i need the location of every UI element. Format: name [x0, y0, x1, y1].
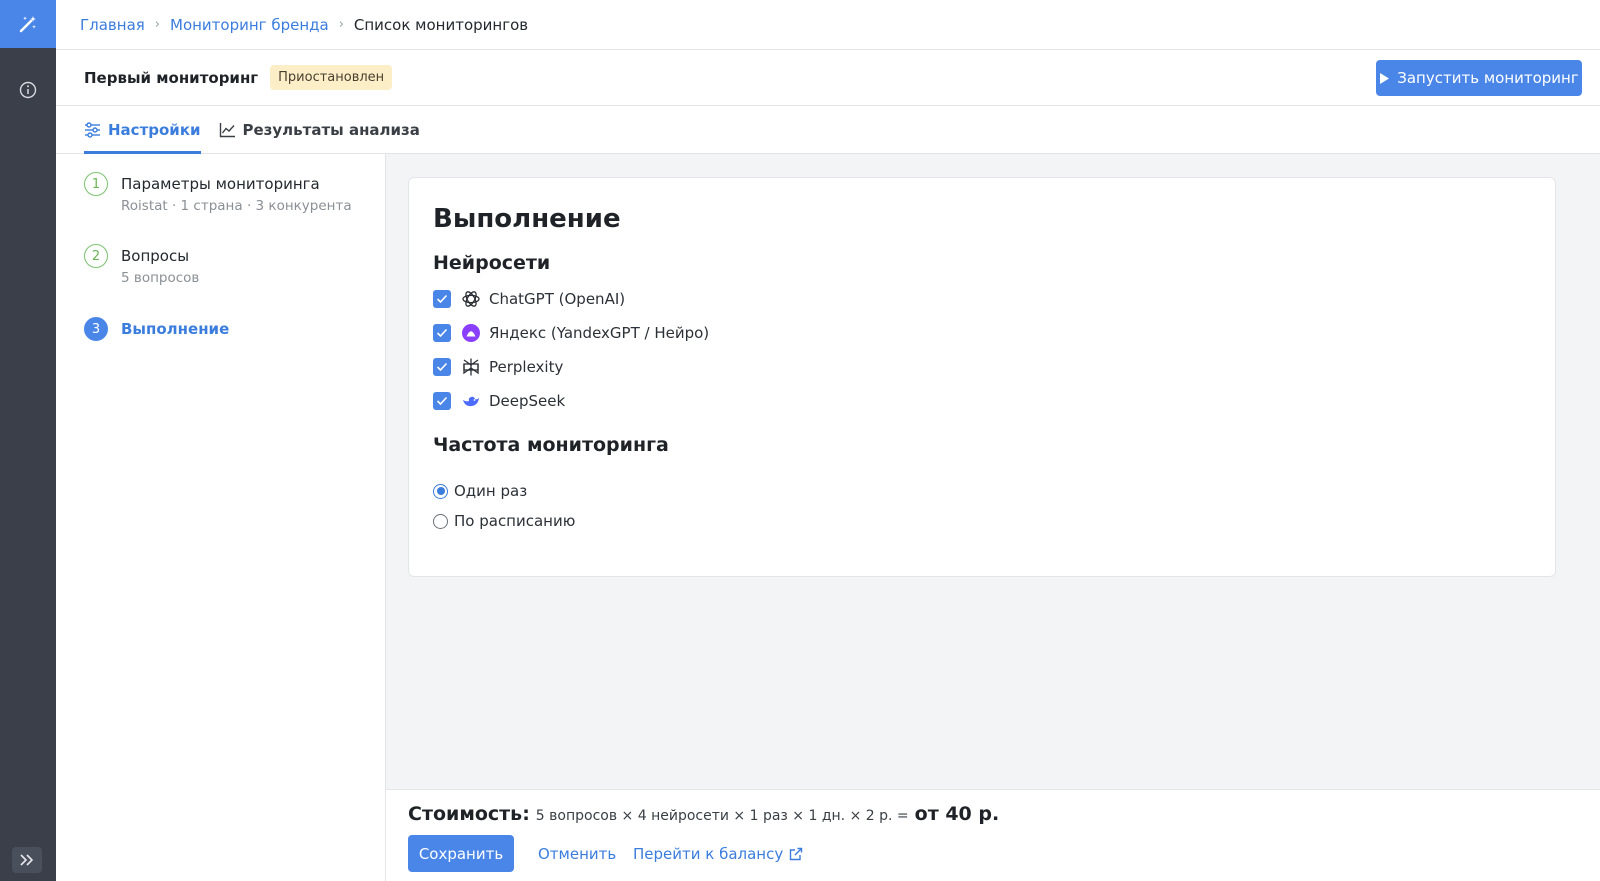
- check-icon: [436, 362, 448, 372]
- step-title: Параметры мониторинга: [121, 175, 320, 193]
- step-number: 2: [84, 244, 108, 268]
- double-chevron-right-icon: [20, 854, 34, 866]
- check-icon: [436, 328, 448, 338]
- tab-bar: Настройки Результаты анализа: [56, 106, 1600, 154]
- go-to-balance-label: Перейти к балансу: [633, 844, 784, 863]
- step-title: Выполнение: [121, 320, 230, 338]
- networks-title: Нейросети: [433, 252, 551, 274]
- checkbox-checked[interactable]: [433, 324, 451, 342]
- frequency-title: Частота мониторинга: [433, 434, 669, 456]
- chevron-right-icon: ›: [338, 17, 344, 32]
- cancel-button[interactable]: Отменить: [538, 835, 616, 872]
- network-deepseek[interactable]: DeepSeek: [433, 384, 1531, 418]
- monitor-header: Первый мониторинг Приостановлен Запустит…: [56, 50, 1600, 106]
- deepseek-icon: [461, 391, 481, 411]
- network-perplexity[interactable]: Perplexity: [433, 350, 1531, 384]
- status-badge: Приостановлен: [270, 65, 393, 90]
- checkbox-checked[interactable]: [433, 358, 451, 376]
- radio-selected[interactable]: [433, 483, 448, 499]
- expand-sidebar-button[interactable]: [12, 847, 42, 873]
- network-label: Perplexity: [489, 358, 564, 376]
- breadcrumb-current[interactable]: Список мониторингов: [354, 16, 528, 34]
- tab-settings-label: Настройки: [108, 121, 201, 139]
- step-title: Вопросы: [121, 247, 190, 265]
- step-questions[interactable]: 2 Вопросы 5 вопросов: [84, 244, 199, 286]
- cost-total: от 40 р.: [914, 803, 1000, 825]
- perplexity-icon: [461, 357, 481, 377]
- execution-card: Выполнение Нейросети ChatGPT (OpenAI) Ян…: [408, 177, 1556, 577]
- frequency-options: Один раз По расписанию: [433, 476, 1531, 536]
- check-icon: [436, 294, 448, 304]
- left-rail: [0, 0, 56, 881]
- step-number: 3: [84, 317, 108, 341]
- frequency-label: Один раз: [454, 482, 528, 500]
- tab-analysis-results-label: Результаты анализа: [242, 121, 420, 139]
- breadcrumb-brand-monitoring[interactable]: Мониторинг бренда: [170, 16, 329, 34]
- external-link-icon: [790, 847, 803, 860]
- play-icon: [1380, 72, 1390, 84]
- breadcrumb-home[interactable]: Главная: [80, 16, 145, 34]
- info-icon[interactable]: [18, 80, 38, 100]
- step-subtitle: Roistat · 1 страна · 3 конкурента: [121, 198, 352, 214]
- network-label: ChatGPT (OpenAI): [489, 290, 626, 308]
- step-parameters[interactable]: 1 Параметры мониторинга Roistat · 1 стра…: [84, 172, 352, 214]
- page-title: Первый мониторинг: [84, 68, 259, 87]
- step-execution[interactable]: 3 Выполнение: [84, 317, 229, 341]
- frequency-label: По расписанию: [454, 512, 576, 530]
- tab-settings[interactable]: Настройки: [84, 106, 201, 154]
- magic-wand-icon[interactable]: [0, 0, 56, 48]
- openai-icon: [461, 289, 481, 309]
- network-label: Яндекс (YandexGPT / Нейро): [489, 324, 710, 342]
- save-button[interactable]: Сохранить: [408, 835, 514, 872]
- cost-summary: Стоимость: 5 вопросов × 4 нейросети × 1 …: [408, 803, 999, 825]
- cost-footer: Стоимость: 5 вопросов × 4 нейросети × 1 …: [386, 789, 1600, 881]
- chevron-right-icon: ›: [154, 17, 160, 32]
- cost-formula: 5 вопросов × 4 нейросети × 1 раз × 1 дн.…: [535, 808, 909, 824]
- sliders-icon: [85, 122, 100, 138]
- line-chart-icon: [219, 123, 235, 138]
- run-monitoring-button[interactable]: Запустить мониторинг: [1376, 60, 1582, 96]
- radio-unselected[interactable]: [433, 513, 448, 529]
- steps-sidebar: 1 Параметры мониторинга Roistat · 1 стра…: [56, 154, 386, 881]
- network-yandex[interactable]: Яндекс (YandexGPT / Нейро): [433, 316, 1531, 350]
- check-icon: [436, 396, 448, 406]
- go-to-balance-link[interactable]: Перейти к балансу: [633, 835, 803, 872]
- network-chatgpt[interactable]: ChatGPT (OpenAI): [433, 282, 1531, 316]
- networks-list: ChatGPT (OpenAI) Яндекс (YandexGPT / Ней…: [433, 282, 1531, 418]
- network-label: DeepSeek: [489, 392, 566, 410]
- frequency-scheduled[interactable]: По расписанию: [433, 506, 1531, 536]
- yandex-icon: [461, 323, 481, 343]
- frequency-once[interactable]: Один раз: [433, 476, 1531, 506]
- card-title: Выполнение: [433, 204, 621, 234]
- checkbox-checked[interactable]: [433, 392, 451, 410]
- step-number: 1: [84, 172, 108, 196]
- breadcrumb: Главная › Мониторинг бренда › Список мон…: [56, 0, 1600, 50]
- run-monitoring-label: Запустить мониторинг: [1397, 69, 1579, 87]
- checkbox-checked[interactable]: [433, 290, 451, 308]
- step-subtitle: 5 вопросов: [121, 270, 200, 286]
- cost-label: Стоимость:: [408, 803, 530, 825]
- tab-analysis-results[interactable]: Результаты анализа: [219, 106, 420, 154]
